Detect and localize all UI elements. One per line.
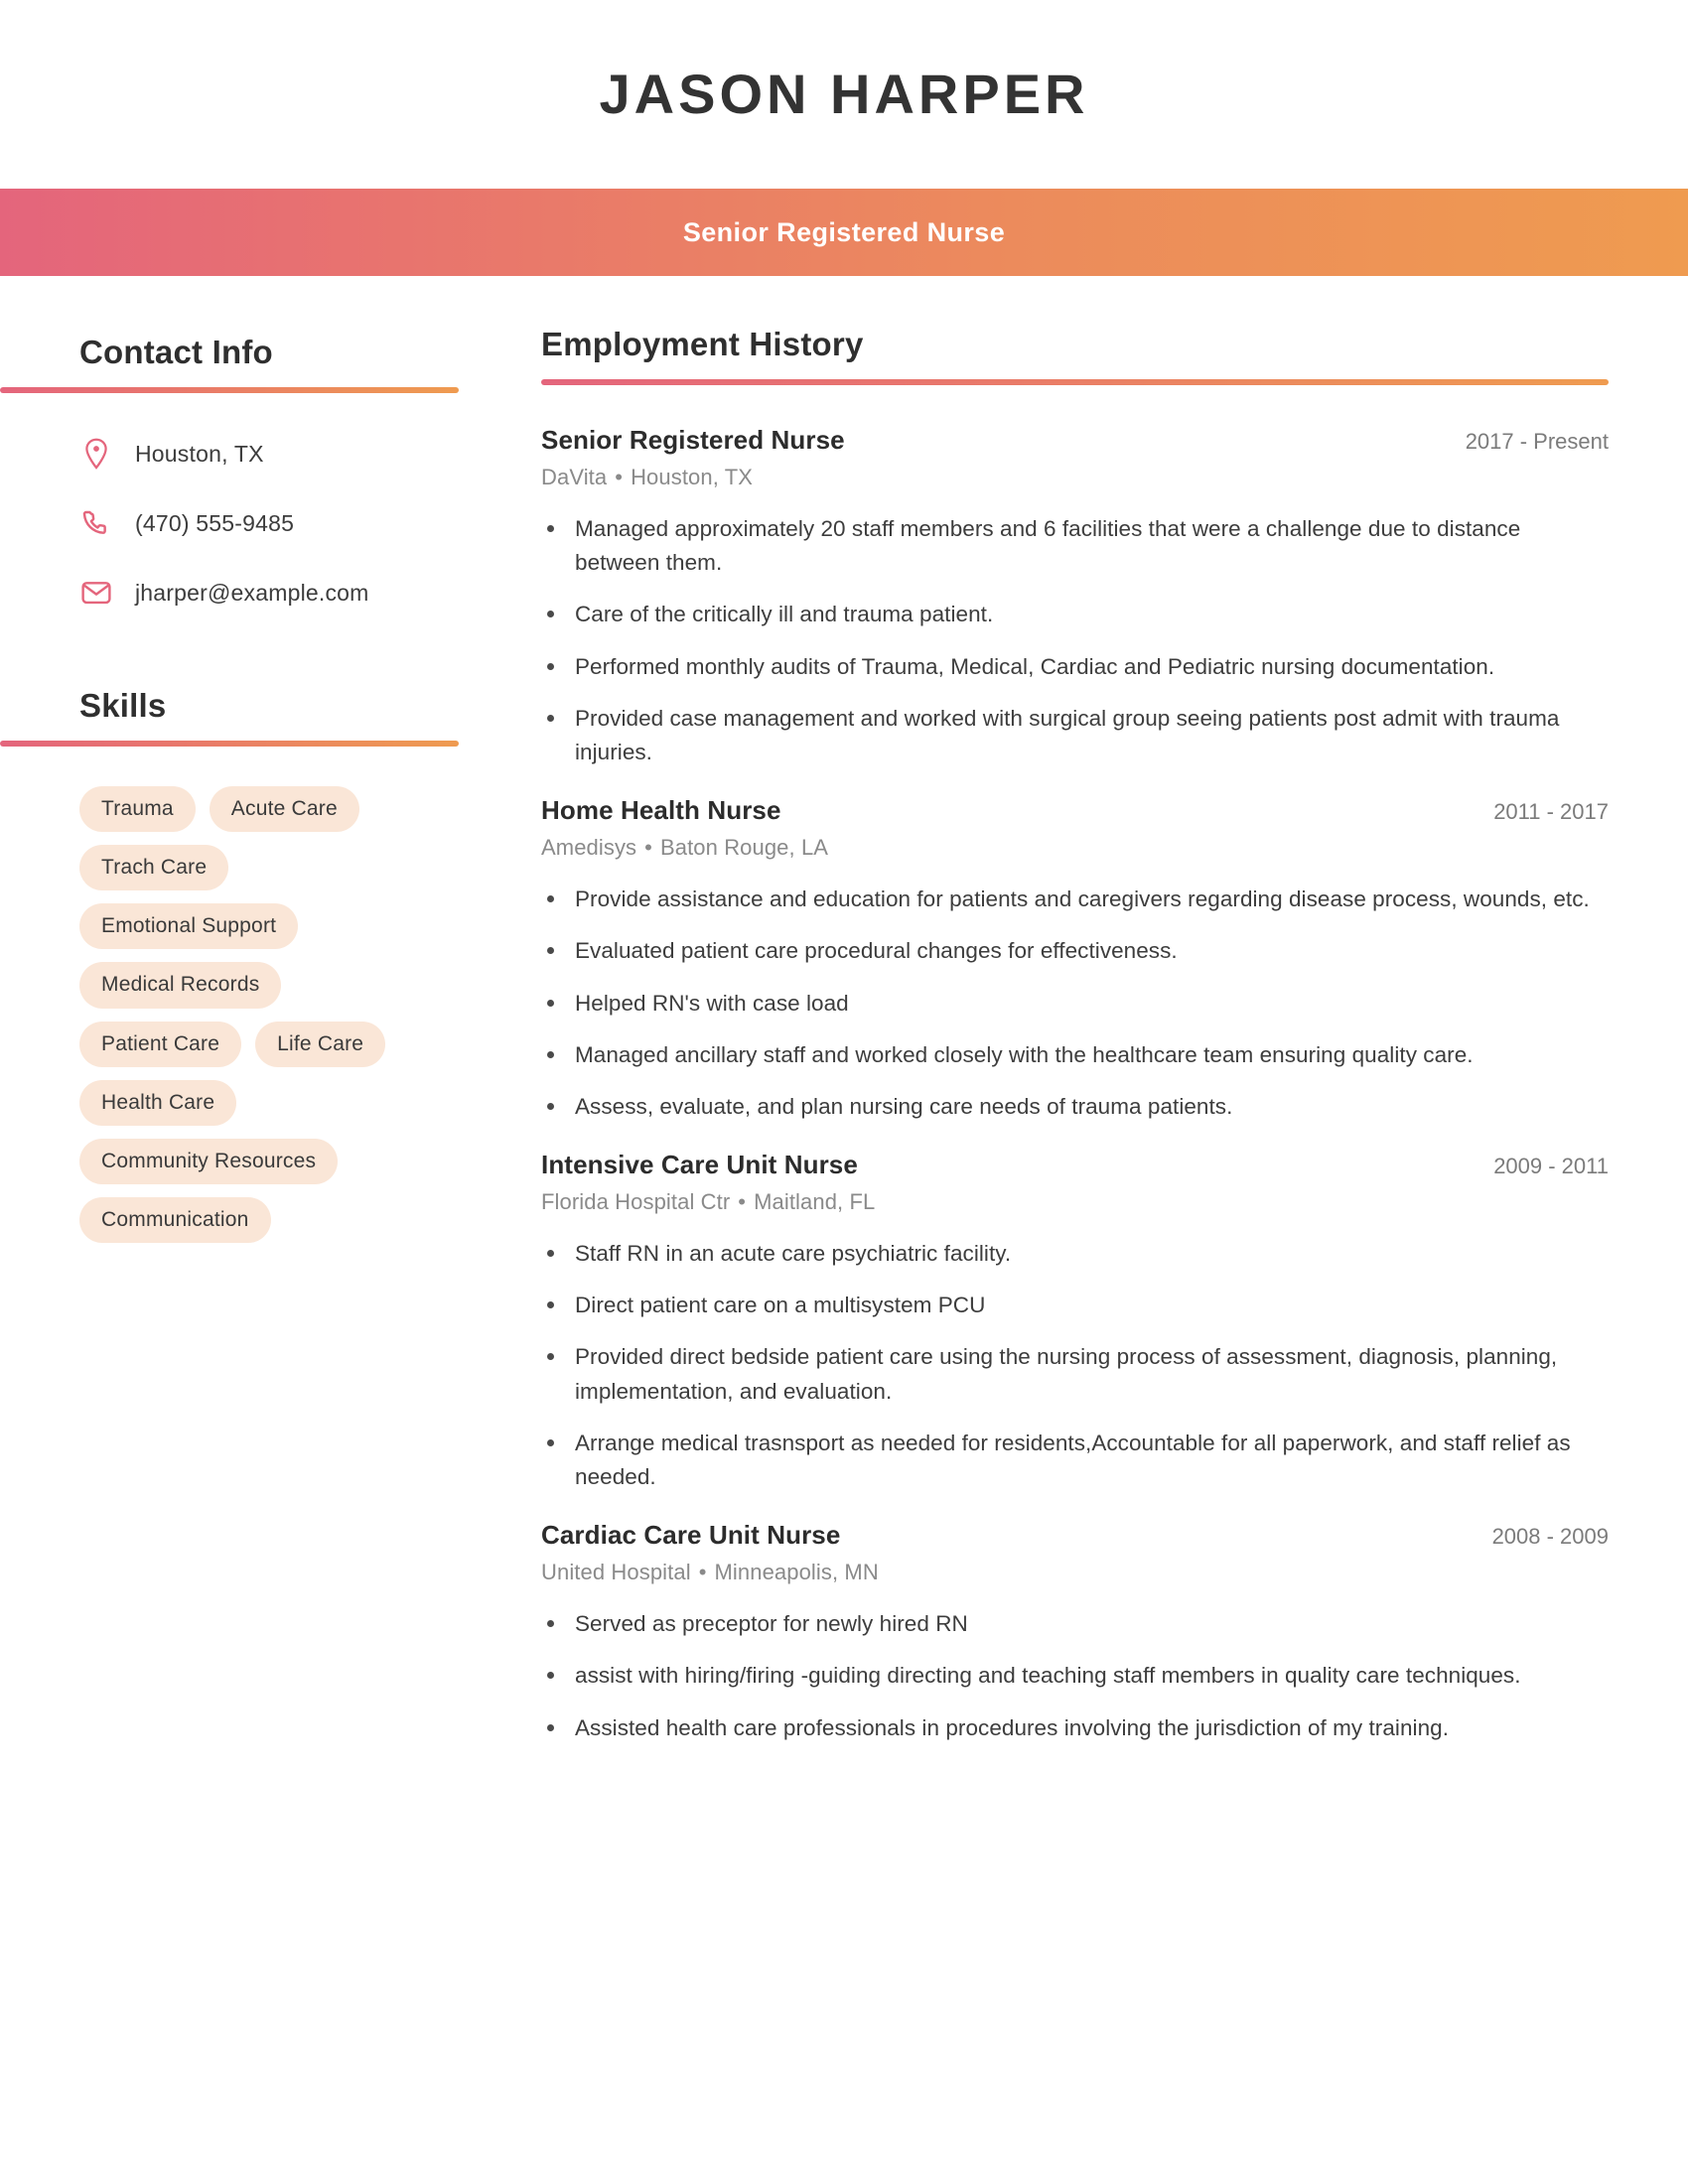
employment-entry: Cardiac Care Unit Nurse 2008 - 2009 United… [541, 1520, 1609, 1745]
employment-entry: Senior Registered Nurse 2017 - Present DaV… [541, 425, 1609, 769]
job-title-banner: Senior Registered Nurse [0, 189, 1688, 276]
candidate-name: JASON HARPER [599, 63, 1089, 125]
employment-location: Maitland, FL [754, 1189, 876, 1215]
employment-bullet: Provided direct bedside patient care usi… [541, 1340, 1609, 1408]
skill-pill: Life Care [255, 1021, 386, 1067]
resume-body: Contact Info Houston, TX (470) 555-9485 … [0, 276, 1688, 1771]
skills-divider [0, 741, 459, 747]
employment-role: Intensive Care Unit Nurse [541, 1150, 858, 1180]
contact-item-email[interactable]: jharper@example.com [79, 576, 496, 610]
employment-dates: 2011 - 2017 [1493, 799, 1609, 825]
employment-list: Senior Registered Nurse 2017 - Present DaV… [541, 425, 1609, 1745]
employment-bullet: Served as preceptor for newly hired RN [541, 1607, 1609, 1641]
contact-value-email: jharper@example.com [135, 579, 369, 606]
employment-entry: Intensive Care Unit Nurse 2009 - 2011 Flor… [541, 1150, 1609, 1494]
employment-history-divider [541, 379, 1609, 385]
sidebar: Contact Info Houston, TX (470) 555-9485 … [0, 276, 496, 1244]
employment-bullet: Direct patient care on a multisystem PCU [541, 1289, 1609, 1322]
employment-location: Houston, TX [631, 465, 754, 489]
envelope-icon [79, 576, 113, 610]
skill-pill: Health Care [79, 1079, 237, 1126]
employment-bullet: Provide assistance and education for pat… [541, 883, 1609, 916]
employment-company: Florida Hospital Ctr [541, 1189, 731, 1215]
employment-bullet: Managed ancillary staff and worked close… [541, 1038, 1609, 1072]
meta-separator-dot: • [738, 1189, 747, 1215]
employment-bullet-list: Served as preceptor for newly hired RN as… [541, 1607, 1609, 1745]
skill-pill: Trauma [79, 786, 196, 833]
contact-value-location: Houston, TX [135, 440, 264, 467]
contact-info-heading: Contact Info [79, 334, 273, 370]
employment-role: Home Health Nurse [541, 795, 781, 826]
employment-entry-header: Cardiac Care Unit Nurse 2008 - 2009 [541, 1520, 1609, 1551]
employment-bullet: Managed approximately 20 staff members a… [541, 512, 1609, 580]
employment-location: Baton Rouge, LA [659, 835, 829, 861]
employment-bullet: Arrange medical trasnsport as needed for… [541, 1427, 1609, 1494]
employment-role: Senior Registered Nurse [541, 425, 845, 455]
employment-entry: Home Health Nurse 2011 - 2017 Amedisys • Bat… [541, 795, 1609, 1124]
location-pin-icon [79, 437, 113, 471]
employment-role: Cardiac Care Unit Nurse [541, 1520, 841, 1551]
contact-value-phone: (470) 555-9485 [135, 509, 295, 536]
skills-list: Trauma Acute Care Trach Care Emotional Supp… [0, 786, 451, 1244]
main-content: Employment History Senior Registered Nur… [496, 276, 1688, 1771]
meta-separator-dot: • [615, 465, 624, 489]
contact-item-location[interactable]: Houston, TX [79, 437, 496, 471]
employment-bullet-list: Managed approximately 20 staff members a… [541, 512, 1609, 769]
employment-bullet: Care of the critically ill and trauma pa… [541, 598, 1609, 631]
employment-entry-header: Home Health Nurse 2011 - 2017 [541, 795, 1609, 826]
employment-history-heading: Employment History [541, 326, 864, 362]
employment-bullet: Assisted health care professionals in pr… [541, 1711, 1609, 1745]
employment-entry-header: Senior Registered Nurse 2017 - Present [541, 425, 1609, 456]
resume-page: JASON HARPER Senior Registered Nurse Con… [0, 0, 1688, 2184]
employment-company-location: United Hospital • Minneapolis, MN [541, 1560, 1609, 1585]
employment-company: DaVita [541, 465, 608, 489]
contact-item-phone[interactable]: (470) 555-9485 [79, 506, 496, 540]
employment-bullet: Assess, evaluate, and plan nursing care … [541, 1090, 1609, 1124]
resume-header: JASON HARPER [0, 0, 1688, 189]
employment-company-location: DaVita • Houston, TX [541, 465, 1609, 490]
skills-section: Skills Trauma Acute Care Trach Care Emotion… [0, 687, 496, 1244]
phone-icon [79, 506, 113, 540]
employment-bullet-list: Provide assistance and education for pat… [541, 883, 1609, 1124]
employment-bullet: Helped RN's with case load [541, 987, 1609, 1021]
employment-bullet: assist with hiring/firing -guiding direc… [541, 1659, 1609, 1693]
meta-separator-dot: • [698, 1560, 707, 1585]
contact-info-section: Contact Info Houston, TX (470) 555-9485 … [0, 334, 496, 610]
employment-company-location: Amedisys • Baton Rouge, LA [541, 835, 1609, 861]
skill-pill: Acute Care [209, 786, 359, 833]
contact-list: Houston, TX (470) 555-9485 jharper@examp… [0, 437, 496, 610]
employment-company-location: Florida Hospital Ctr • Maitland, FL [541, 1189, 1609, 1215]
employment-history-section: Employment History Senior Registered Nur… [541, 326, 1609, 1745]
employment-dates: 2017 - Present [1465, 429, 1609, 454]
skill-pill: Emotional Support [79, 903, 299, 950]
employment-bullet: Performed monthly audits of Trauma, Medi… [541, 650, 1609, 684]
contact-info-divider [0, 387, 459, 393]
candidate-job-title: Senior Registered Nurse [682, 216, 1006, 247]
meta-separator-dot: • [644, 835, 652, 861]
employment-bullet-list: Staff RN in an acute care psychiatric fa… [541, 1237, 1609, 1494]
employment-bullet: Evaluated patient care procedural change… [541, 934, 1609, 968]
skills-heading: Skills [79, 687, 167, 724]
employment-bullet: Staff RN in an acute care psychiatric fa… [541, 1237, 1609, 1271]
employment-company: United Hospital [541, 1560, 691, 1585]
employment-company: Amedisys [541, 835, 637, 861]
employment-bullet: Provided case management and worked with… [541, 702, 1609, 769]
employment-entry-header: Intensive Care Unit Nurse 2009 - 2011 [541, 1150, 1609, 1180]
employment-dates: 2008 - 2009 [1491, 1524, 1609, 1550]
skill-pill: Trach Care [79, 845, 229, 891]
employment-location: Minneapolis, MN [714, 1560, 879, 1585]
skill-pill: Community Resources [79, 1138, 339, 1184]
skill-pill: Patient Care [79, 1021, 242, 1067]
skill-pill: Medical Records [79, 962, 282, 1009]
skill-pill: Communication [79, 1196, 271, 1244]
employment-dates: 2009 - 2011 [1493, 1154, 1609, 1179]
